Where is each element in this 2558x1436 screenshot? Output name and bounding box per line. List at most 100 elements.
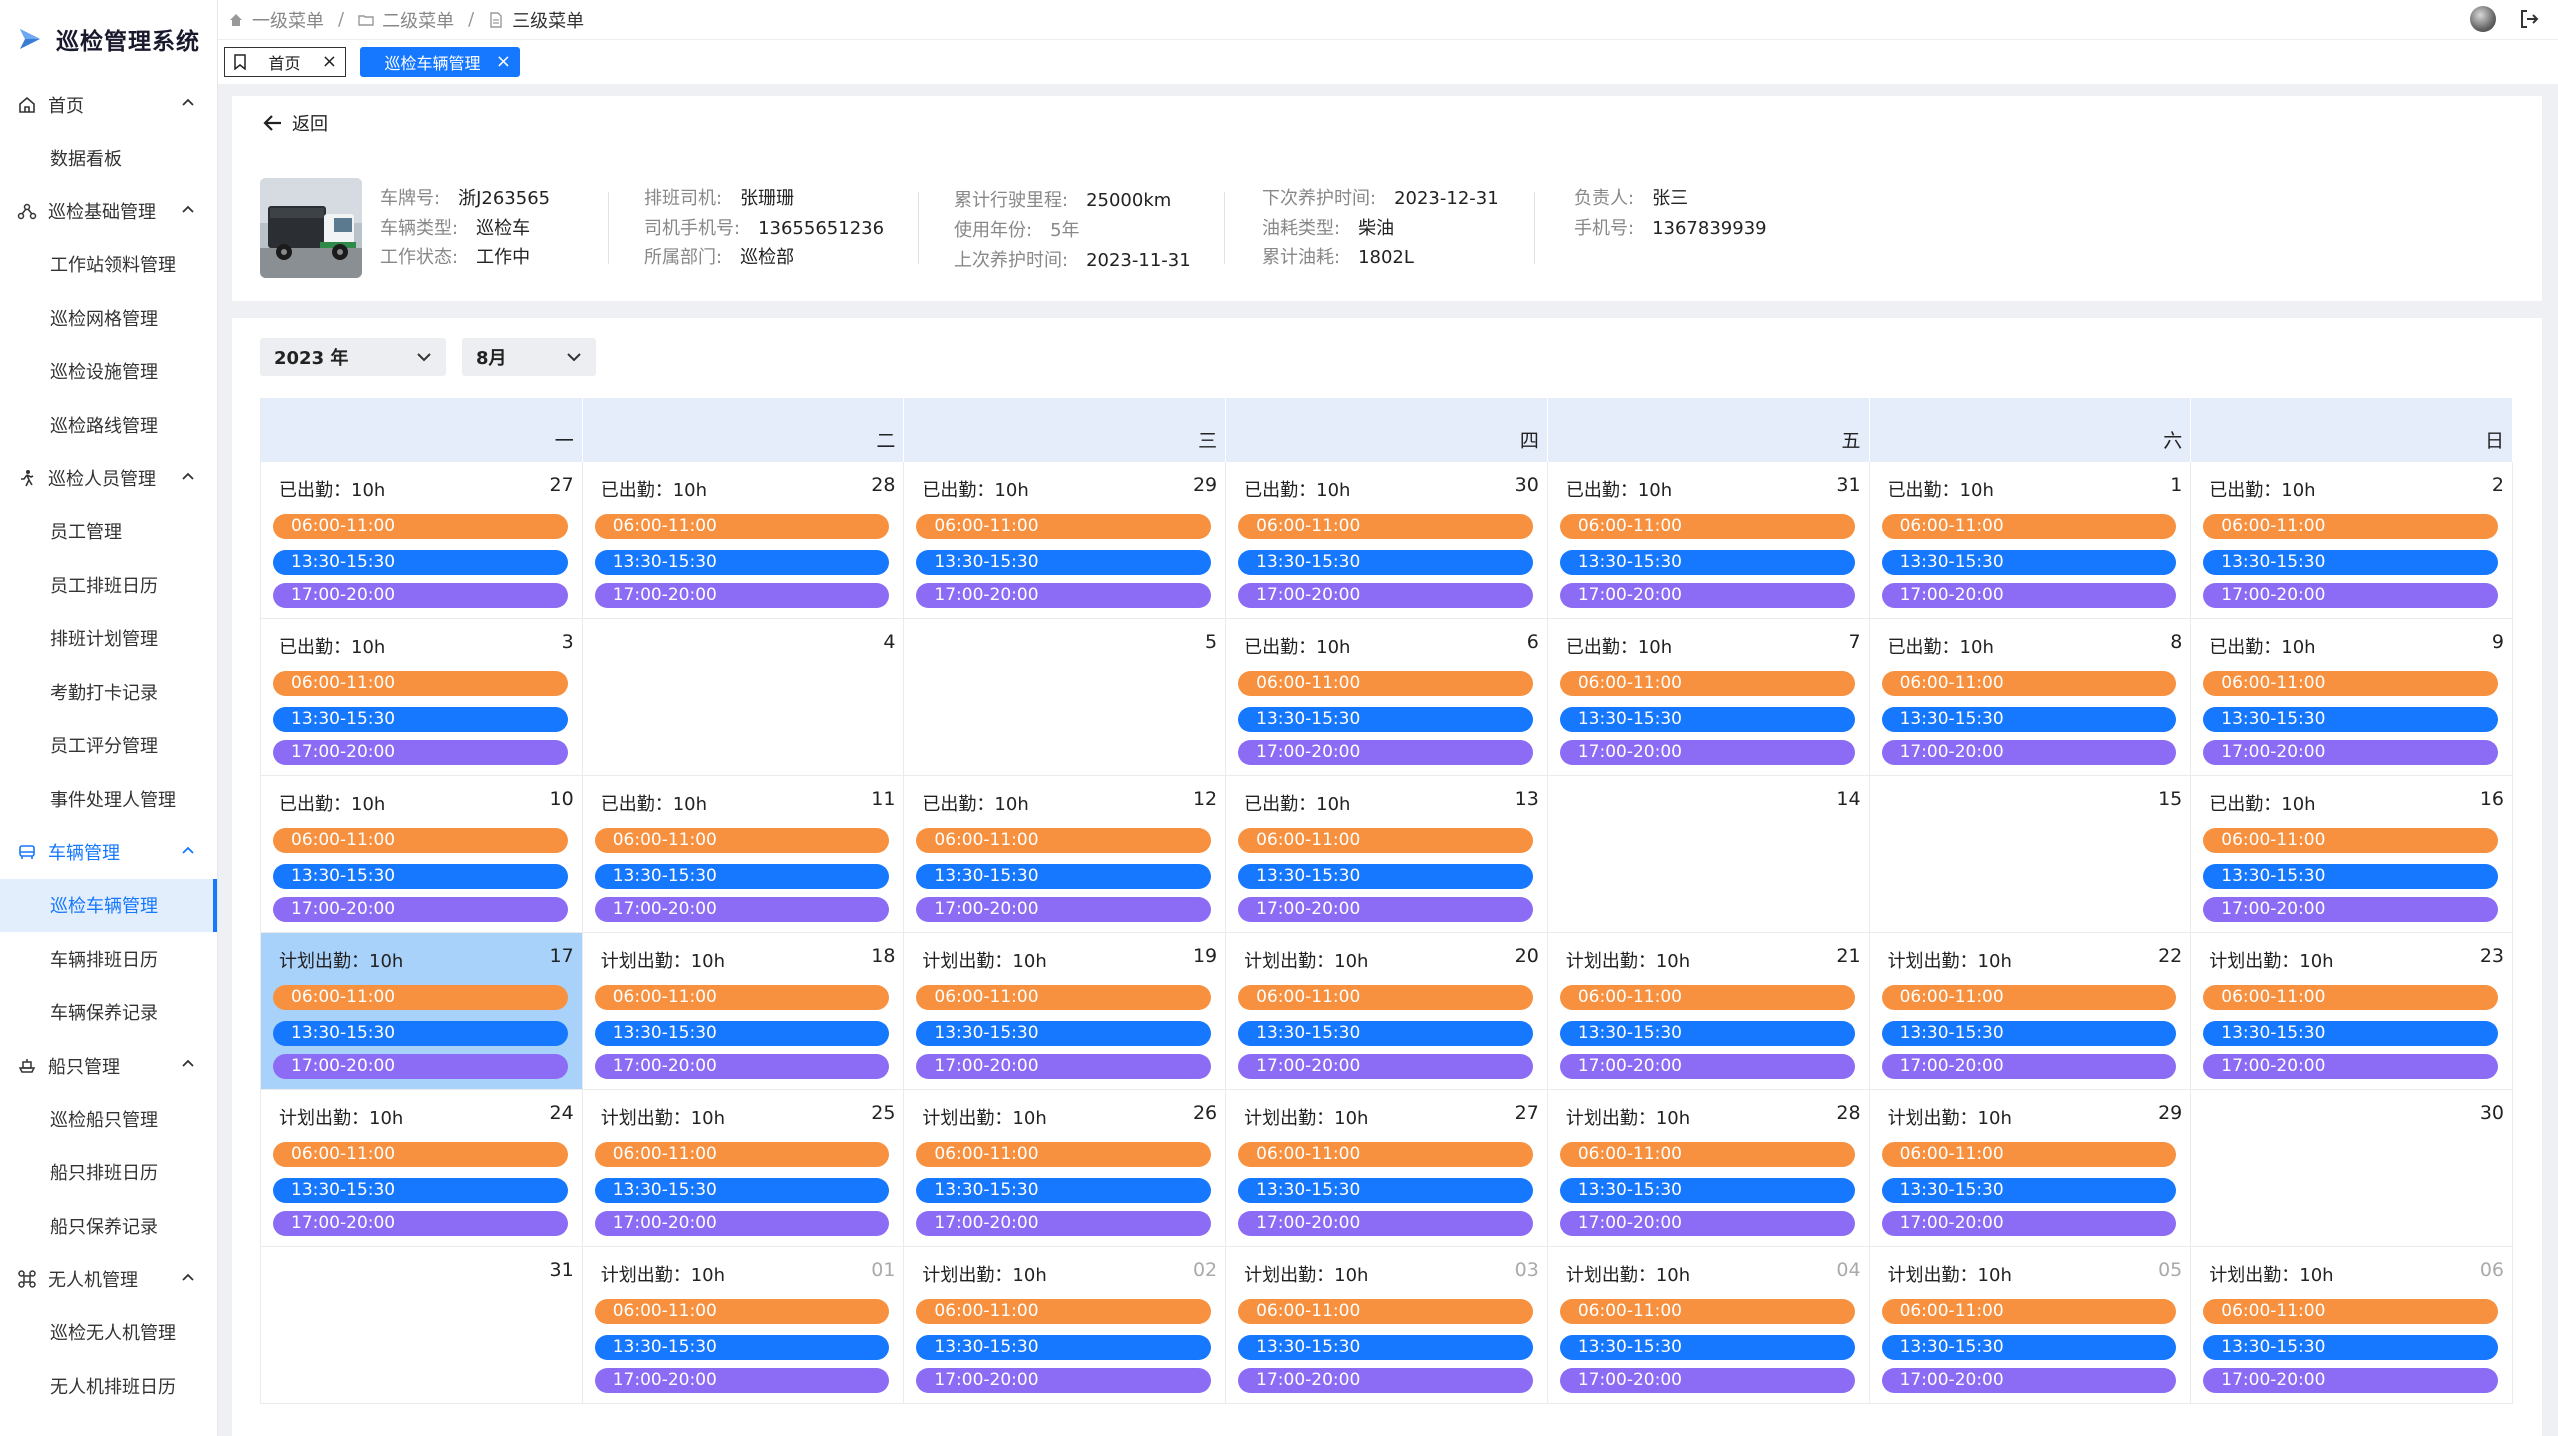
month-select[interactable]: 8月 bbox=[462, 338, 596, 376]
sidebar-item[interactable]: 巡检无人机管理 bbox=[0, 1306, 217, 1360]
shift-pill[interactable]: 13:30-15:30 bbox=[2203, 864, 2498, 889]
shift-pill[interactable]: 06:00-11:00 bbox=[2203, 671, 2498, 696]
shift-pill[interactable]: 06:00-11:00 bbox=[2203, 985, 2498, 1010]
calendar-day-cell[interactable]: 已出勤：10h 28 06:00-11:00 13:30-15:30 17:00-20:… bbox=[582, 462, 905, 619]
back-button[interactable]: 返回 bbox=[262, 110, 328, 136]
shift-pill[interactable]: 06:00-11:00 bbox=[1881, 671, 2177, 696]
avatar[interactable] bbox=[2470, 6, 2496, 32]
tab-vehicle-management[interactable]: 巡检车辆管理 × bbox=[360, 47, 520, 77]
shift-pill[interactable]: 17:00-20:00 bbox=[2203, 583, 2498, 608]
calendar-day-cell[interactable]: 计划出勤：10h 24 06:00-11:00 13:30-15:30 17:00-20… bbox=[261, 1090, 583, 1247]
calendar-day-cell[interactable]: 计划出勤：10h 22 06:00-11:00 13:30-15:30 17:00-20… bbox=[1869, 933, 2192, 1090]
shift-pill[interactable]: 13:30-15:30 bbox=[1559, 1021, 1855, 1046]
shift-pill[interactable]: 06:00-11:00 bbox=[594, 1299, 890, 1324]
shift-pill[interactable]: 13:30-15:30 bbox=[1559, 1178, 1855, 1203]
calendar-day-cell[interactable]: 计划出勤：10h 29 06:00-11:00 13:30-15:30 17:00-20… bbox=[1869, 1090, 2192, 1247]
menu-parent-3[interactable]: 车辆管理 bbox=[0, 826, 217, 879]
calendar-day-cell[interactable]: 已出勤：10h 29 06:00-11:00 13:30-15:30 17:00-20:… bbox=[904, 462, 1227, 619]
shift-pill[interactable]: 13:30-15:30 bbox=[1559, 707, 1855, 732]
tab-close-button[interactable]: × bbox=[496, 53, 511, 71]
shift-pill[interactable]: 13:30-15:30 bbox=[1559, 550, 1855, 575]
menu-parent-4[interactable]: 船只管理 bbox=[0, 1039, 217, 1092]
shift-pill[interactable]: 13:30-15:30 bbox=[1238, 707, 1533, 732]
calendar-day-cell[interactable]: 已出勤：10h 1 06:00-11:00 13:30-15:30 17:00-20:0… bbox=[1869, 462, 2192, 619]
shift-pill[interactable]: 06:00-11:00 bbox=[1559, 671, 1855, 696]
shift-pill[interactable]: 06:00-11:00 bbox=[916, 985, 1212, 1010]
shift-pill[interactable]: 17:00-20:00 bbox=[1238, 1054, 1533, 1079]
shift-pill[interactable]: 06:00-11:00 bbox=[1559, 514, 1855, 539]
menu-parent-5[interactable]: 无人机管理 bbox=[0, 1253, 217, 1306]
calendar-day-cell[interactable]: 计划出勤：10h 20 06:00-11:00 13:30-15:30 17:00-20… bbox=[1226, 933, 1548, 1090]
shift-pill[interactable]: 17:00-20:00 bbox=[1881, 1211, 2177, 1236]
calendar-day-cell[interactable]: 计划出勤：10h 23 06:00-11:00 13:30-15:30 17:00-20… bbox=[2191, 933, 2513, 1090]
shift-pill[interactable]: 17:00-20:00 bbox=[1559, 583, 1855, 608]
calendar-day-cell[interactable]: 已出勤：10h 11 06:00-11:00 13:30-15:30 17:00-20:… bbox=[582, 776, 905, 933]
shift-pill[interactable]: 13:30-15:30 bbox=[1881, 1021, 2177, 1046]
calendar-day-cell[interactable]: 计划出勤：10h 25 06:00-11:00 13:30-15:30 17:00-20… bbox=[582, 1090, 905, 1247]
shift-pill[interactable]: 17:00-20:00 bbox=[1881, 1368, 2177, 1393]
shift-pill[interactable]: 13:30-15:30 bbox=[2203, 550, 2498, 575]
shift-pill[interactable]: 06:00-11:00 bbox=[594, 1142, 890, 1167]
shift-pill[interactable]: 13:30-15:30 bbox=[1238, 1335, 1533, 1360]
calendar-day-cell[interactable]: 已出勤：10h 30 06:00-11:00 13:30-15:30 17:00-20:… bbox=[1226, 462, 1548, 619]
shift-pill[interactable]: 17:00-20:00 bbox=[1881, 740, 2177, 765]
shift-pill[interactable]: 13:30-15:30 bbox=[1559, 1335, 1855, 1360]
sidebar-item[interactable]: 无人机排班日历 bbox=[0, 1359, 217, 1413]
shift-pill[interactable]: 17:00-20:00 bbox=[916, 1368, 1212, 1393]
menu-parent-2[interactable]: 巡检人员管理 bbox=[0, 452, 217, 505]
calendar-day-cell[interactable]: 计划出勤：10h 17 06:00-11:00 13:30-15:30 17:00-20… bbox=[261, 933, 583, 1090]
shift-pill[interactable]: 06:00-11:00 bbox=[1238, 1142, 1533, 1167]
shift-pill[interactable]: 17:00-20:00 bbox=[273, 1211, 568, 1236]
shift-pill[interactable]: 06:00-11:00 bbox=[273, 1142, 568, 1167]
calendar-day-cell[interactable]: 14 bbox=[1547, 776, 1870, 933]
year-select[interactable]: 2023 年 bbox=[260, 338, 446, 376]
calendar-day-cell[interactable]: 已出勤：10h 27 06:00-11:00 13:30-15:30 17:00-20:… bbox=[261, 462, 583, 619]
shift-pill[interactable]: 06:00-11:00 bbox=[916, 1142, 1212, 1167]
shift-pill[interactable]: 06:00-11:00 bbox=[594, 985, 890, 1010]
shift-pill[interactable]: 06:00-11:00 bbox=[1559, 1299, 1855, 1324]
shift-pill[interactable]: 17:00-20:00 bbox=[273, 583, 568, 608]
shift-pill[interactable]: 17:00-20:00 bbox=[594, 897, 890, 922]
sidebar-item[interactable]: 排班计划管理 bbox=[0, 612, 217, 666]
calendar-day-cell[interactable]: 已出勤：10h 13 06:00-11:00 13:30-15:30 17:00-20:… bbox=[1226, 776, 1548, 933]
shift-pill[interactable]: 13:30-15:30 bbox=[916, 550, 1212, 575]
shift-pill[interactable]: 17:00-20:00 bbox=[273, 897, 568, 922]
shift-pill[interactable]: 13:30-15:30 bbox=[1238, 550, 1533, 575]
shift-pill[interactable]: 17:00-20:00 bbox=[2203, 1054, 2498, 1079]
sidebar-item[interactable]: 船只排班日历 bbox=[0, 1146, 217, 1200]
shift-pill[interactable]: 13:30-15:30 bbox=[1881, 1335, 2177, 1360]
shift-pill[interactable]: 17:00-20:00 bbox=[273, 1054, 568, 1079]
shift-pill[interactable]: 06:00-11:00 bbox=[1881, 1299, 2177, 1324]
shift-pill[interactable]: 13:30-15:30 bbox=[916, 1178, 1212, 1203]
shift-pill[interactable]: 06:00-11:00 bbox=[916, 1299, 1212, 1324]
shift-pill[interactable]: 06:00-11:00 bbox=[2203, 1299, 2498, 1324]
shift-pill[interactable]: 13:30-15:30 bbox=[594, 550, 890, 575]
sidebar-item[interactable]: 巡检网格管理 bbox=[0, 291, 217, 345]
shift-pill[interactable]: 17:00-20:00 bbox=[916, 897, 1212, 922]
sidebar-item[interactable]: 员工管理 bbox=[0, 505, 217, 559]
sidebar-item[interactable]: 考勤打卡记录 bbox=[0, 665, 217, 719]
shift-pill[interactable]: 13:30-15:30 bbox=[594, 1021, 890, 1046]
shift-pill[interactable]: 17:00-20:00 bbox=[1881, 583, 2177, 608]
shift-pill[interactable]: 13:30-15:30 bbox=[1881, 1178, 2177, 1203]
shift-pill[interactable]: 13:30-15:30 bbox=[273, 1021, 568, 1046]
calendar-day-cell[interactable]: 已出勤：10h 2 06:00-11:00 13:30-15:30 17:00-20:0… bbox=[2191, 462, 2513, 619]
shift-pill[interactable]: 13:30-15:30 bbox=[594, 864, 890, 889]
shift-pill[interactable]: 06:00-11:00 bbox=[1238, 985, 1533, 1010]
shift-pill[interactable]: 06:00-11:00 bbox=[1238, 1299, 1533, 1324]
shift-pill[interactable]: 06:00-11:00 bbox=[1559, 985, 1855, 1010]
shift-pill[interactable]: 17:00-20:00 bbox=[1559, 1054, 1855, 1079]
calendar-day-cell[interactable]: 已出勤：10h 3 06:00-11:00 13:30-15:30 17:00-20:0… bbox=[261, 619, 583, 776]
shift-pill[interactable]: 13:30-15:30 bbox=[2203, 1021, 2498, 1046]
shift-pill[interactable]: 06:00-11:00 bbox=[273, 828, 568, 853]
menu-parent-1[interactable]: 巡检基础管理 bbox=[0, 185, 217, 238]
shift-pill[interactable]: 13:30-15:30 bbox=[273, 1178, 568, 1203]
shift-pill[interactable]: 13:30-15:30 bbox=[273, 707, 568, 732]
calendar-day-cell[interactable]: 计划出勤：10h 03 06:00-11:00 13:30-15:30 17:00-20… bbox=[1226, 1247, 1548, 1404]
shift-pill[interactable]: 17:00-20:00 bbox=[1238, 897, 1533, 922]
sidebar-item[interactable]: 数据看板 bbox=[0, 131, 217, 185]
sidebar-item[interactable]: 船只保养记录 bbox=[0, 1199, 217, 1253]
shift-pill[interactable]: 13:30-15:30 bbox=[1881, 550, 2177, 575]
shift-pill[interactable]: 17:00-20:00 bbox=[1238, 1211, 1533, 1236]
shift-pill[interactable]: 06:00-11:00 bbox=[916, 514, 1212, 539]
